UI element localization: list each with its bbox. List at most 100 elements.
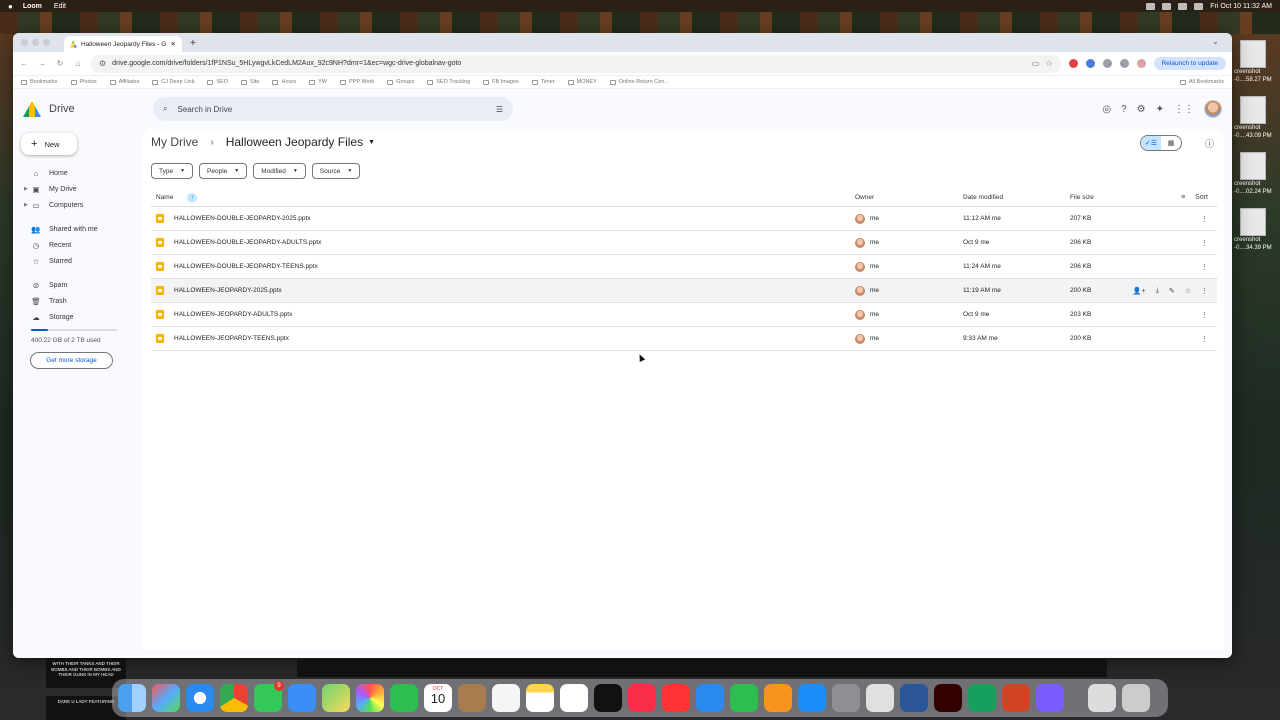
grid-view-button[interactable]: ▦ — [1161, 136, 1181, 150]
omnibox[interactable]: ⚙ drive.google.com/drive/folders/1fP1NSu… — [91, 54, 1061, 73]
more-actions-icon[interactable]: ⋮ — [1201, 215, 1208, 223]
finder-icon[interactable] — [118, 684, 146, 712]
bookmark-item[interactable]: Groups — [387, 79, 414, 85]
expand-arrow-icon[interactable]: ▶ — [24, 186, 28, 192]
desktop-screenshot-file[interactable]: creenshot -0....43.09 PM — [1234, 96, 1280, 144]
relaunch-button[interactable]: Relaunch to update — [1153, 57, 1226, 70]
facetime-icon[interactable] — [390, 684, 418, 712]
desktop-screenshot-file[interactable]: creenshot -0....34.39 PM — [1234, 208, 1280, 256]
reminders-icon[interactable] — [492, 684, 520, 712]
bookmark-item[interactable]: PPP Work — [340, 79, 374, 85]
bookmark-item[interactable]: YW — [309, 79, 327, 85]
more-actions-icon[interactable]: ⋮ — [1201, 263, 1208, 271]
bookmark-item[interactable]: MONEY — [567, 79, 597, 85]
illustrator-icon[interactable] — [934, 684, 962, 712]
zoom-window-button[interactable] — [43, 39, 50, 46]
close-tab-icon[interactable]: ✕ — [171, 40, 176, 48]
back-icon[interactable]: ← — [19, 59, 29, 68]
extension-icon[interactable] — [1085, 59, 1095, 68]
help-icon[interactable]: ? — [1121, 104, 1127, 115]
status-icon[interactable] — [1146, 2, 1156, 10]
trash-icon[interactable] — [1122, 684, 1150, 712]
mail-icon[interactable] — [288, 684, 316, 712]
bookmark-item[interactable]: Hours — [272, 79, 296, 85]
offline-status-icon[interactable]: ◎ — [1102, 104, 1111, 115]
sidebar-item-my-drive[interactable]: ▶ ▣ My Drive — [13, 181, 141, 197]
new-tab-icon[interactable]: + — [190, 36, 196, 52]
site-info-icon[interactable]: ⚙ — [99, 59, 106, 68]
expand-arrow-icon[interactable]: ▶ — [24, 202, 28, 208]
search-input[interactable]: ⌕ Search in Drive ☰ — [153, 97, 513, 121]
apps-grid-icon[interactable]: ⋮⋮ — [1174, 104, 1194, 115]
gear-icon[interactable]: ⚙ — [1137, 104, 1146, 115]
bookmark-item[interactable]: Bookmarks — [21, 79, 58, 85]
status-icon[interactable] — [1162, 2, 1172, 10]
sidebar-item-shared-with-me[interactable]: 👥 Shared with me — [13, 221, 141, 237]
wifi-icon[interactable] — [1178, 2, 1188, 10]
extension-icon[interactable] — [1102, 59, 1112, 68]
pages-icon[interactable] — [764, 684, 792, 712]
filter-source[interactable]: Source ▼ — [311, 163, 361, 179]
more-actions-icon[interactable]: ⋮ — [1201, 335, 1208, 343]
column-file-size[interactable]: File size — [1070, 194, 1130, 201]
filter-modified[interactable]: Modified ▼ — [253, 163, 306, 179]
bookmark-star-icon[interactable]: ☆ — [1045, 59, 1052, 68]
keynote-icon[interactable] — [696, 684, 724, 712]
tab-search-icon[interactable]: ⌄ — [1212, 37, 1222, 47]
sidebar-item-home[interactable]: ⌂ Home — [13, 165, 141, 181]
sidebar-item-computers[interactable]: ▶ ▭ Computers — [13, 197, 141, 213]
download-icon[interactable]: ⤓ — [1156, 287, 1159, 295]
search-options-icon[interactable]: ☰ — [496, 105, 503, 114]
calendar-icon[interactable]: OCT 10 — [424, 684, 452, 712]
menu-clock[interactable]: Fri Oct 10 11:32 AM — [1210, 3, 1272, 10]
browser-tab[interactable]: Halloween Jeopardy Files - G ✕ — [64, 36, 182, 52]
drive-logo[interactable]: Drive — [23, 101, 153, 117]
menu-edit[interactable]: Edit — [54, 3, 66, 10]
battery-icon[interactable] — [1194, 2, 1204, 10]
file-name[interactable]: HALLOWEEN-JEOPARDY-2025.pptx — [174, 287, 282, 294]
app-store-icon[interactable] — [798, 684, 826, 712]
profile-icon[interactable] — [1136, 59, 1146, 68]
maps-icon[interactable] — [322, 684, 350, 712]
list-view-button[interactable]: ✓☰ — [1141, 136, 1161, 150]
url-text[interactable]: drive.google.com/drive/folders/1fP1NSu_5… — [112, 60, 1026, 67]
breadcrumb-current-folder[interactable]: Halloween Jeopardy Files ▼ — [226, 135, 375, 149]
bookmark-item[interactable]: Photos — [70, 79, 97, 85]
table-row[interactable]: HALLOWEEN-JEOPARDY-ADULTS.pptx me Oct 9 me… — [151, 303, 1217, 327]
table-row[interactable]: HALLOWEEN-DOUBLE-JEOPARDY-2025.pptx me 11:… — [151, 207, 1217, 231]
sort-button[interactable]: ≡ Sort — [1130, 194, 1217, 201]
bookmark-item[interactable]: CJ Deep Link — [152, 79, 194, 85]
file-name[interactable]: HALLOWEEN-DOUBLE-JEOPARDY-TEENS.pptx — [174, 263, 318, 270]
bookmark-item[interactable]: Online Return Cen... — [609, 79, 669, 85]
apple-icon[interactable]: ● — [8, 2, 13, 11]
chrome-icon[interactable] — [220, 684, 248, 712]
search-icon[interactable]: ⌕ — [163, 104, 167, 114]
bookmark-item[interactable]: FB Images — [483, 79, 519, 85]
column-name[interactable]: Name ↑ — [151, 192, 855, 203]
more-actions-icon[interactable]: ⋮ — [1201, 239, 1208, 247]
sidebar-item-recent[interactable]: ◷ Recent — [13, 237, 141, 253]
desktop-screenshot-file[interactable]: creenshot -0....02.24 PM — [1234, 152, 1280, 200]
freeform-icon[interactable] — [560, 684, 588, 712]
info-icon[interactable]: ⓘ — [1205, 137, 1214, 150]
table-row[interactable]: HALLOWEEN-JEOPARDY-2025.pptx me 11:19 AM m… — [151, 279, 1217, 303]
desktop-screenshot-file[interactable]: creenshot -0....58.27 PM — [1234, 40, 1280, 88]
bookmark-item[interactable]: SEO — [207, 79, 228, 85]
star-icon[interactable]: ☆ — [1185, 287, 1191, 295]
perplexity-icon[interactable] — [1036, 684, 1064, 712]
numbers-icon[interactable] — [730, 684, 758, 712]
minimize-window-button[interactable] — [32, 39, 39, 46]
more-actions-icon[interactable]: ⋮ — [1201, 287, 1208, 295]
notes-icon[interactable] — [526, 684, 554, 712]
messages-icon[interactable]: 9 — [254, 681, 284, 712]
more-actions-icon[interactable]: ⋮ — [1201, 311, 1208, 319]
powerpoint-icon[interactable] — [1002, 684, 1030, 712]
new-button[interactable]: + New — [21, 133, 77, 155]
all-bookmarks-button[interactable]: All Bookmarks — [1179, 79, 1224, 85]
music-icon[interactable] — [628, 684, 656, 712]
bookmark-item[interactable]: Affiliates — [109, 79, 139, 85]
side-panel-icon[interactable] — [1119, 59, 1129, 68]
file-name[interactable]: HALLOWEEN-JEOPARDY-ADULTS.pptx — [174, 311, 292, 318]
filter-type[interactable]: Type ▼ — [151, 163, 194, 179]
share-icon[interactable]: 👤+ — [1133, 287, 1146, 295]
